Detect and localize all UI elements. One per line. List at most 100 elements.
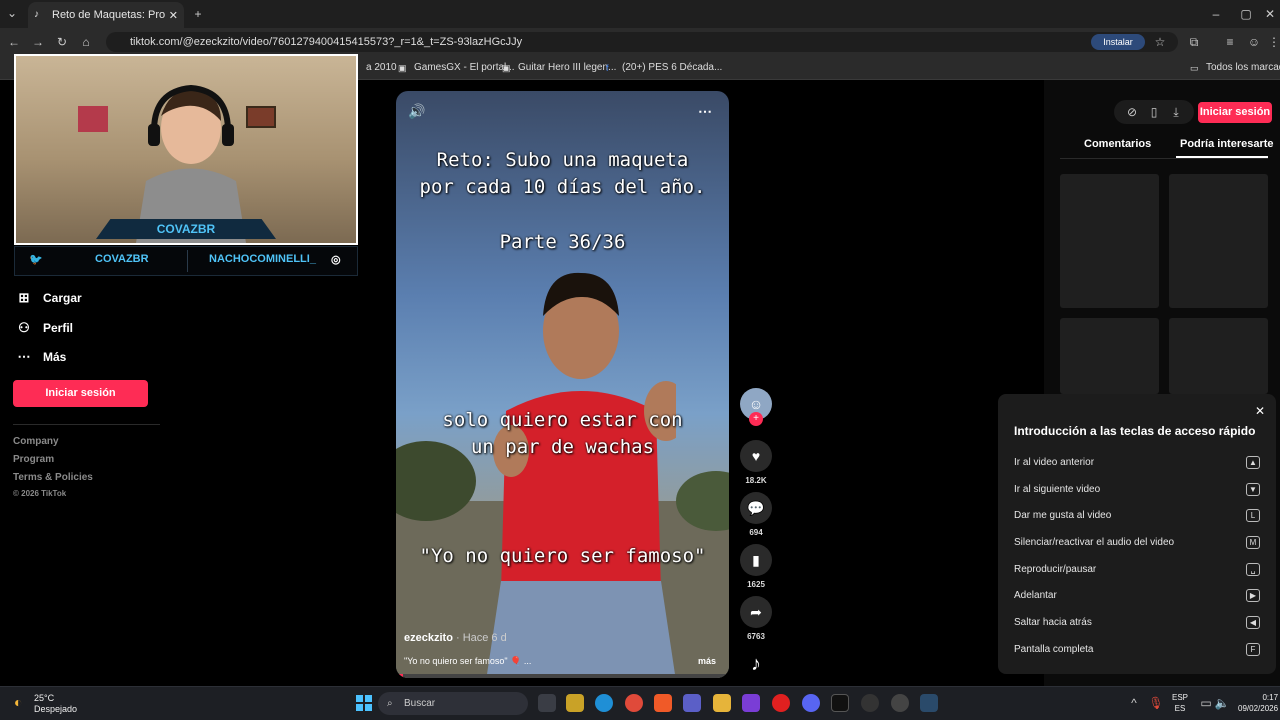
download-icon[interactable]: ⤓	[1168, 104, 1184, 120]
discord-icon[interactable]	[802, 694, 820, 712]
star-icon[interactable]: ☆	[1152, 34, 1168, 50]
tiktok-logo-button[interactable]: ♪	[740, 648, 772, 680]
store-icon[interactable]	[566, 694, 584, 712]
more-options-icon[interactable]: ⋯	[698, 103, 712, 120]
bookmark-favicon-icon: ▣	[398, 62, 407, 73]
shortcut-row: Dar me gusta al video L	[1014, 509, 1260, 522]
weather-widget[interactable]: 25°C Despejado	[34, 693, 77, 715]
share-button[interactable]: ➦ 6763	[740, 596, 772, 641]
clock[interactable]: 0:17 09/02/2026	[1238, 692, 1278, 714]
menu-icon[interactable]: ⋮	[1266, 34, 1280, 50]
input-language[interactable]: ESP ES	[1172, 692, 1188, 714]
file-explorer-icon[interactable]	[713, 694, 731, 712]
bookmark-item[interactable]: a 2010	[366, 62, 397, 73]
social-handle-left: COVAZBR	[95, 253, 149, 265]
task-view-icon[interactable]	[538, 694, 556, 712]
device-icon[interactable]: ▯	[1146, 104, 1162, 120]
app-icon[interactable]	[861, 694, 879, 712]
bookmark-label: Guitar Hero III legen...	[518, 62, 617, 73]
speaker-icon[interactable]: 🔈	[1214, 695, 1230, 711]
user-icon: ⚇	[18, 320, 30, 335]
volume-icon[interactable]: 🔊	[408, 103, 425, 120]
shortcut-row: Ir al siguiente video ▼	[1014, 483, 1260, 496]
instagram-icon: ◎	[331, 254, 341, 266]
taskbar-search[interactable]: ⌕ Buscar	[378, 692, 528, 715]
tools-group: ⊘ ▯ ⤓	[1114, 100, 1194, 124]
suggested-video-thumb[interactable]	[1169, 174, 1268, 308]
app-icon[interactable]	[772, 694, 790, 712]
app-icon[interactable]	[920, 694, 938, 712]
sidebar-item-mas[interactable]: ⋯ Más	[16, 349, 67, 365]
all-bookmarks[interactable]: ▭ Todos los marcadores	[1190, 62, 1280, 73]
key-m-icon: M	[1246, 536, 1260, 549]
chrome-icon[interactable]	[625, 694, 643, 712]
install-button[interactable]: Instalar	[1091, 34, 1145, 50]
maximize-icon[interactable]: ▢	[1238, 6, 1254, 22]
save-button[interactable]: ▮ 1625	[740, 544, 772, 589]
forward-icon[interactable]: →	[30, 34, 46, 50]
close-window-icon[interactable]: ✕	[1262, 6, 1278, 22]
brave-icon[interactable]	[654, 694, 672, 712]
follow-plus-icon[interactable]: +	[749, 412, 763, 426]
tab-comments[interactable]: Comentarios	[1084, 138, 1151, 150]
bookmark-item[interactable]: ▣ Guitar Hero III legen...	[502, 62, 616, 73]
shortcut-label: Dar me gusta al video	[1014, 510, 1112, 521]
webcam-overlay: COVAZBR	[14, 54, 358, 245]
minimize-icon[interactable]: –	[1208, 6, 1224, 22]
header-login-button[interactable]: Iniciar sesión	[1198, 102, 1272, 123]
suggested-video-thumb[interactable]	[1060, 174, 1159, 308]
app-icon[interactable]	[891, 694, 909, 712]
post-age: · Hace 6 d	[452, 632, 507, 644]
weather-icon[interactable]: ◐	[14, 694, 22, 710]
bookmark-item[interactable]: f (20+) PES 6 Década...	[606, 62, 722, 73]
video-author[interactable]: ezeckzito · Hace 6 d	[404, 632, 507, 644]
compass-icon[interactable]: ⊘	[1124, 104, 1140, 120]
windows-start-icon[interactable]	[356, 695, 372, 711]
tab-title: Reto de Maquetas: Proyecto 36	[52, 9, 165, 21]
comment-button[interactable]: 💬 694	[740, 492, 772, 537]
back-icon[interactable]: ←	[6, 34, 22, 50]
shortcut-label: Adelantar	[1014, 590, 1057, 601]
profile-avatar-icon[interactable]: ☺	[1246, 34, 1262, 50]
sidebar-item-perfil[interactable]: ⚇ Perfil	[16, 320, 73, 336]
reload-icon[interactable]: ↻	[54, 34, 70, 50]
video-lyric-text: solo quiero estar con un par de wachas	[442, 409, 683, 458]
browser-tab[interactable]: ♪ Reto de Maquetas: Proyecto 36 ✕	[28, 2, 184, 28]
new-tab-icon[interactable]: +	[190, 6, 206, 22]
like-button[interactable]: ♥ 18.2K	[740, 440, 772, 485]
caption-more-link[interactable]: más	[698, 656, 716, 666]
suggested-video-thumb[interactable]	[1060, 318, 1159, 394]
shortcut-row: Reproducir/pausar ␣	[1014, 563, 1260, 576]
microphone-icon[interactable]: 🎙	[1148, 695, 1164, 711]
shortcut-label: Reproducir/pausar	[1014, 564, 1097, 575]
shortcuts-title: Introducción a las teclas de acceso rápi…	[1014, 424, 1256, 438]
tab-podria-interesarte[interactable]: Podría interesarte	[1180, 138, 1274, 150]
close-icon[interactable]: ✕	[1252, 403, 1268, 419]
address-bar[interactable]: tiktok.com/@ezeckzito/video/760127940041…	[106, 32, 1178, 52]
footer-link-terms[interactable]: Terms & Policies	[13, 472, 93, 483]
suggested-video-thumb[interactable]	[1169, 318, 1268, 394]
bookmark-item[interactable]: ▣ GamesGX - El portal...	[398, 62, 515, 73]
home-icon[interactable]: ⌂	[78, 34, 94, 50]
close-tab-icon[interactable]: ✕	[169, 9, 178, 22]
video-progress-track[interactable]	[396, 674, 729, 678]
sidebar-item-cargar[interactable]: ⊞ Cargar	[16, 290, 82, 306]
key-down-icon: ▼	[1246, 483, 1260, 496]
footer-link-company[interactable]: Company	[13, 436, 59, 447]
extensions-icon[interactable]: ⧉	[1186, 34, 1202, 50]
shortcut-label: Silenciar/reactivar el audio del video	[1014, 537, 1175, 548]
network-icon[interactable]: ▭	[1198, 695, 1214, 711]
tab-list-icon[interactable]: ⌄	[4, 5, 20, 21]
edge-icon[interactable]	[595, 694, 613, 712]
chevron-up-icon[interactable]: ^	[1126, 695, 1142, 711]
media-icon[interactable]: ≡	[1222, 34, 1238, 50]
app-icon[interactable]	[742, 694, 760, 712]
author-avatar-button[interactable]: ☺ +	[740, 388, 772, 426]
teams-icon[interactable]	[683, 694, 701, 712]
copyright: © 2026 TikTok	[13, 489, 67, 498]
video-player[interactable]: 🔊 ⋯ Reto: Subo una maqueta por cada 10 d…	[396, 91, 729, 678]
footer-link-program[interactable]: Program	[13, 454, 54, 465]
login-button[interactable]: Iniciar sesión	[13, 380, 148, 407]
url-text: tiktok.com/@ezeckzito/video/760127940041…	[130, 36, 523, 48]
app-icon[interactable]	[831, 694, 849, 712]
